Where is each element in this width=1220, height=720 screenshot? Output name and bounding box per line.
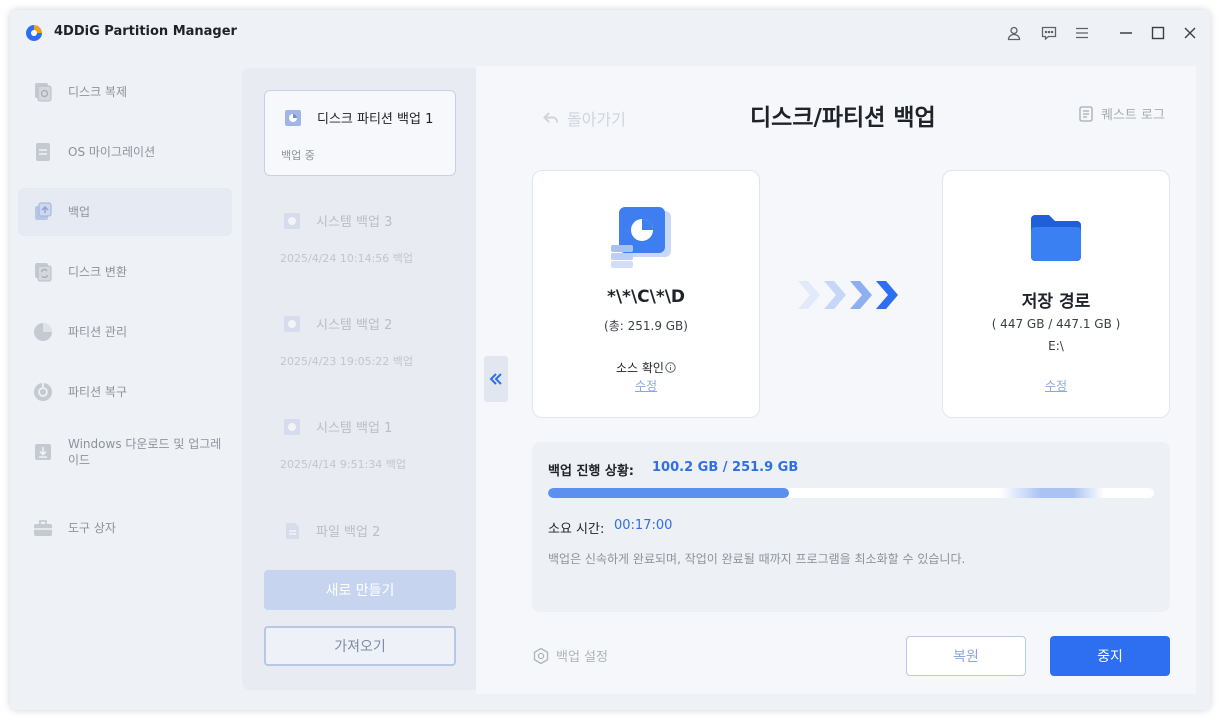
system-backup-icon (284, 419, 300, 435)
destination-path: E:\ (1048, 339, 1064, 353)
system-backup-icon (284, 213, 300, 229)
backup-job-item[interactable]: 시스템 백업 1 2025/4/14 9:51:34 백업 (264, 400, 456, 486)
close-icon[interactable] (1179, 22, 1201, 44)
windows-download-icon (35, 444, 51, 460)
log-icon (1079, 105, 1093, 122)
destination-size: ( 447 GB / 447.1 GB ) (991, 317, 1121, 331)
destination-edit-link[interactable]: 수정 (943, 377, 1169, 394)
file-backup-icon (286, 523, 299, 539)
backup-list-panel: 디스크 파티션 백업 1 백업 중 시스템 백업 3 2025/4/24 10:… (242, 68, 476, 690)
partition-manage-icon (34, 323, 52, 341)
sidebar-item-os-migration[interactable]: OS 마이그레이션 (18, 128, 232, 176)
sidebar-item-partition-manage[interactable]: 파티션 관리 (18, 308, 232, 356)
progress-bar-shimmer (1000, 488, 1104, 498)
restore-button[interactable]: 복원 (906, 636, 1026, 676)
app-window: 4DDiG Partition Manager 디스크 복제 OS 마이그레이션 (10, 10, 1210, 710)
destination-name: 저장 경로 (1021, 292, 1091, 312)
backup-job-item[interactable]: 시스템 백업 2 2025/4/23 19:05:22 백업 (264, 297, 456, 383)
backup-job-item[interactable]: 디스크 파티션 백업 1 백업 중 (264, 90, 456, 176)
menu-icon[interactable] (1071, 22, 1093, 44)
sidebar-item-toolbox[interactable]: 도구 상자 (18, 504, 232, 552)
page-title: 디스크/파티션 백업 (750, 105, 936, 131)
backup-settings-link[interactable]: 백업 설정 (532, 646, 608, 665)
elapsed-time-label: 소요 시간: (548, 522, 605, 537)
toolbox-icon (34, 520, 52, 536)
progress-note: 백업은 신속하게 완료되며, 작업이 완료될 때까지 프로그램을 최소화할 수 … (548, 552, 966, 566)
progress-value: 100.2 GB / 251.9 GB (652, 460, 799, 475)
destination-card: 저장 경로 ( 447 GB / 447.1 GB ) E:\ 수정 (942, 170, 1170, 418)
import-button[interactable]: 가져오기 (264, 626, 456, 666)
sidebar-item-disk-convert[interactable]: 디스크 변환 (18, 248, 232, 296)
app-title: 4DDiG Partition Manager (54, 24, 237, 39)
stop-button[interactable]: 중지 (1050, 636, 1170, 676)
os-migration-icon (36, 143, 50, 161)
back-button[interactable]: 돌아가기 (543, 106, 626, 130)
progress-label: 백업 진행 상황: (548, 464, 635, 479)
disk-clone-icon (35, 83, 52, 102)
disk-backup-icon (285, 110, 301, 126)
disk-convert-icon (35, 263, 52, 282)
quest-log-link[interactable]: 퀘스트 로그 (1077, 104, 1165, 123)
backup-job-item[interactable]: 시스템 백업 3 2025/4/24 10:14:56 백업 (264, 194, 456, 280)
back-arrow-icon (543, 112, 558, 123)
settings-gear-icon (533, 647, 549, 664)
source-disk-icon (611, 207, 671, 268)
source-card: *\*\C\*\D (총: 251.9 GB) 소스 확인 수정 (532, 170, 760, 418)
app-logo-icon (26, 25, 42, 41)
source-name: *\*\C\*\D (606, 287, 686, 307)
sidebar-item-backup[interactable]: 백업 (18, 188, 232, 236)
sidebar-item-partition-recovery[interactable]: 파티션 복구 (18, 368, 232, 416)
title-bar: 4DDiG Partition Manager (10, 10, 1210, 56)
double-chevron-left-icon (489, 373, 502, 385)
progress-bar-fill (548, 488, 790, 498)
elapsed-time-value: 00:17:00 (614, 518, 673, 533)
source-edit-link[interactable]: 수정 (533, 377, 759, 394)
partition-recovery-icon (34, 383, 52, 401)
user-icon[interactable] (1003, 22, 1025, 44)
info-icon (665, 362, 676, 373)
backup-job-item[interactable]: 파일 백업 2 (264, 504, 456, 554)
transfer-arrows-icon (798, 281, 898, 309)
progress-bar (548, 488, 1154, 498)
minimize-icon[interactable] (1115, 22, 1137, 44)
backup-icon (35, 202, 52, 220)
source-size: (총: 251.9 GB) (604, 319, 688, 333)
source-confirm[interactable]: 소스 확인 (533, 359, 759, 376)
folder-icon (1031, 215, 1081, 261)
progress-panel: 백업 진행 상황: 100.2 GB / 251.9 GB 소요 시간: 00:… (532, 442, 1170, 612)
system-backup-icon (284, 316, 300, 332)
feedback-icon[interactable] (1038, 22, 1060, 44)
sidebar-nav: 디스크 복제 OS 마이그레이션 백업 디스크 변환 파티션 관리 파티션 복구… (10, 66, 240, 706)
maximize-icon[interactable] (1147, 22, 1169, 44)
collapse-panel-button[interactable] (484, 356, 508, 402)
sidebar-item-disk-clone[interactable]: 디스크 복제 (18, 68, 232, 116)
new-backup-button[interactable]: 새로 만들기 (264, 570, 456, 610)
sidebar-item-windows-download[interactable]: Windows 다운로드 및 업그레이드 (18, 428, 232, 476)
